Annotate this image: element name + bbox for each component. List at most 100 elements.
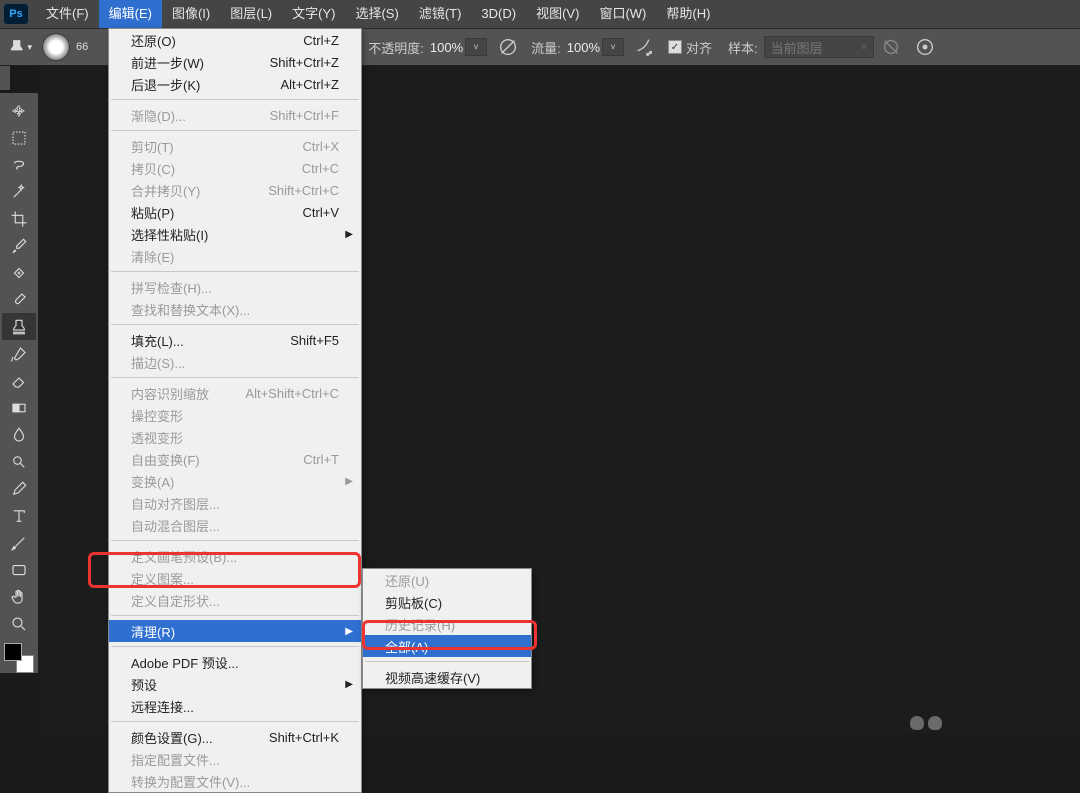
flow-value[interactable]: 100%: [567, 40, 600, 55]
color-swatches[interactable]: [4, 643, 34, 673]
submenu-arrow-icon: ▶: [345, 679, 353, 690]
align-checkbox[interactable]: ✓: [668, 40, 682, 54]
submenu-item: 历史记录(H): [363, 613, 531, 635]
menu-item: 指定配置文件...: [109, 748, 361, 770]
menu-item-label: 描边(S)...: [131, 353, 185, 372]
menubar-item-9[interactable]: 窗口(W): [589, 0, 656, 28]
tool-type[interactable]: [2, 502, 36, 529]
flow-label: 流量:: [531, 38, 561, 57]
menu-shortcut: Ctrl+V: [303, 205, 339, 220]
menu-item-label: 选择性粘贴(I): [131, 225, 208, 244]
pressure-size-icon[interactable]: [914, 36, 936, 58]
menu-item-label: 预设: [131, 675, 157, 694]
menu-item[interactable]: 选择性粘贴(I)▶: [109, 223, 361, 245]
ignore-adjustment-icon[interactable]: [880, 36, 902, 58]
menu-item: 透视变形: [109, 426, 361, 448]
menu-item-label: 操控变形: [131, 406, 183, 425]
airbrush-icon[interactable]: [634, 36, 656, 58]
menu-item[interactable]: 粘贴(P)Ctrl+V: [109, 201, 361, 223]
tool-path[interactable]: [2, 529, 36, 556]
brush-preview[interactable]: [42, 33, 70, 61]
menu-item: 描边(S)...: [109, 351, 361, 373]
tool-marquee[interactable]: [2, 124, 36, 151]
menu-item[interactable]: Adobe PDF 预设...: [109, 651, 361, 673]
menu-shortcut: Alt+Ctrl+Z: [280, 77, 339, 92]
menubar-item-5[interactable]: 选择(S): [345, 0, 408, 28]
menu-item: 自动对齐图层...: [109, 492, 361, 514]
menu-item[interactable]: 后退一步(K) Alt+Ctrl+Z: [109, 73, 361, 95]
footprint-icon: [910, 716, 950, 732]
submenu-item-label: 剪贴板(C): [385, 593, 442, 612]
tool-hand[interactable]: [2, 583, 36, 610]
menubar-item-1[interactable]: 编辑(E): [99, 0, 162, 28]
purge-submenu: 还原(U)剪贴板(C)历史记录(H)全部(A)视频高速缓存(V): [362, 568, 532, 689]
tool-dodge[interactable]: [2, 448, 36, 475]
menu-item-label: 清除(E): [131, 247, 174, 266]
tool-eraser[interactable]: [2, 367, 36, 394]
submenu-arrow-icon: ▶: [345, 476, 353, 487]
submenu-item[interactable]: 全部(A): [363, 635, 531, 657]
tool-crop[interactable]: [2, 205, 36, 232]
menu-item: 查找和替换文本(X)...: [109, 298, 361, 320]
tool-brush[interactable]: [2, 286, 36, 313]
menu-item-label: 渐隐(D)...: [131, 106, 186, 125]
chevron-down-icon: ▾: [27, 42, 32, 53]
submenu-item[interactable]: 剪贴板(C): [363, 591, 531, 613]
tool-eyedrop[interactable]: [2, 232, 36, 259]
menu-item[interactable]: 填充(L)...Shift+F5: [109, 329, 361, 351]
menu-item-label: 定义画笔预设(B)...: [131, 547, 237, 566]
menu-item: 定义画笔预设(B)...: [109, 545, 361, 567]
fg-swatch[interactable]: [4, 643, 22, 661]
menubar-item-7[interactable]: 3D(D): [471, 0, 526, 28]
menu-item[interactable]: 清理(R)▶: [109, 620, 361, 642]
menu-item-label: 定义自定形状...: [131, 591, 220, 610]
menu-item-label: Adobe PDF 预设...: [131, 653, 239, 672]
menu-item[interactable]: 预设 ▶: [109, 673, 361, 695]
panel-collapse-tab[interactable]: [0, 66, 10, 90]
tool-gradient[interactable]: [2, 394, 36, 421]
menu-item[interactable]: 远程连接...: [109, 695, 361, 717]
tool-heal[interactable]: [2, 259, 36, 286]
menu-shortcut: Ctrl+Z: [303, 33, 339, 48]
menu-item: 渐隐(D)...Shift+Ctrl+F: [109, 104, 361, 126]
tool-wand[interactable]: [2, 178, 36, 205]
opacity-dropdown[interactable]: ˅: [465, 38, 487, 56]
align-label: 对齐: [686, 38, 712, 57]
menubar-item-0[interactable]: 文件(F): [36, 0, 99, 28]
menubar-item-3[interactable]: 图层(L): [220, 0, 282, 28]
submenu-item[interactable]: 视频高速缓存(V): [363, 666, 531, 688]
tool-preset-picker[interactable]: ▾: [8, 35, 32, 59]
menubar-item-2[interactable]: 图像(I): [162, 0, 220, 28]
tool-stamp[interactable]: [2, 313, 36, 340]
tool-move[interactable]: [2, 97, 36, 124]
menubar-item-4[interactable]: 文字(Y): [282, 0, 345, 28]
menubar: Ps 文件(F)编辑(E)图像(I)图层(L)文字(Y)选择(S)滤镜(T)3D…: [0, 0, 1080, 28]
menu-item-label: 自动混合图层...: [131, 516, 220, 535]
menu-item-label: 后退一步(K): [131, 75, 200, 94]
tool-zoom[interactable]: [2, 610, 36, 637]
menu-item-label: 内容识别缩放: [131, 384, 209, 403]
menu-item[interactable]: 前进一步(W)Shift+Ctrl+Z: [109, 51, 361, 73]
tool-lasso[interactable]: [2, 151, 36, 178]
menu-item: 定义图案...: [109, 567, 361, 589]
menu-item-label: 合并拷贝(Y): [131, 181, 200, 200]
brush-size-value: 66: [76, 41, 88, 53]
menu-item: 自由变换(F)Ctrl+T: [109, 448, 361, 470]
tool-rect[interactable]: [2, 556, 36, 583]
menu-item-label: 查找和替换文本(X)...: [131, 300, 250, 319]
menu-item-label: 拼写检查(H)...: [131, 278, 212, 297]
menu-item[interactable]: 还原(O)Ctrl+Z: [109, 29, 361, 51]
menu-item[interactable]: 颜色设置(G)...Shift+Ctrl+K: [109, 726, 361, 748]
tool-history[interactable]: [2, 340, 36, 367]
sample-dropdown[interactable]: 当前图层 ˅: [764, 36, 874, 58]
menubar-item-8[interactable]: 视图(V): [526, 0, 589, 28]
opacity-value[interactable]: 100%: [430, 40, 463, 55]
tool-blur[interactable]: [2, 421, 36, 448]
menu-item: 变换(A)▶: [109, 470, 361, 492]
menu-shortcut: Ctrl+X: [303, 139, 339, 154]
menubar-item-10[interactable]: 帮助(H): [656, 0, 720, 28]
flow-dropdown[interactable]: ˅: [602, 38, 624, 56]
tool-pen[interactable]: [2, 475, 36, 502]
opacity-pressure-icon[interactable]: [497, 36, 519, 58]
menubar-item-6[interactable]: 滤镜(T): [409, 0, 472, 28]
